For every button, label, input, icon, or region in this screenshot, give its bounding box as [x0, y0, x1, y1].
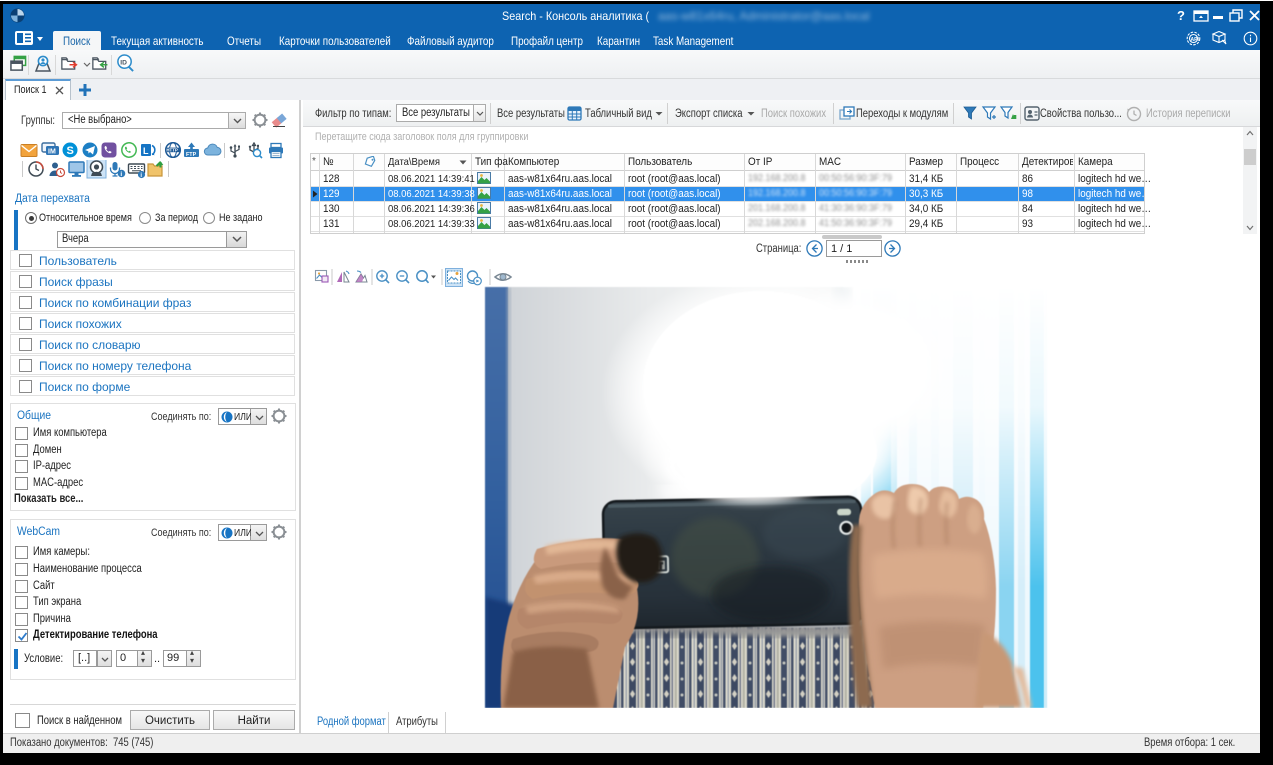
svg-text:API: API	[1191, 37, 1200, 43]
svg-text:ID: ID	[120, 59, 127, 66]
svg-text:IM: IM	[48, 149, 56, 156]
svg-text:HTTP: HTTP	[166, 148, 178, 153]
svg-text:i: i	[120, 171, 122, 178]
svg-text:S: S	[67, 145, 74, 157]
svg-text:FTP: FTP	[186, 152, 197, 158]
svg-text:L: L	[143, 146, 149, 156]
